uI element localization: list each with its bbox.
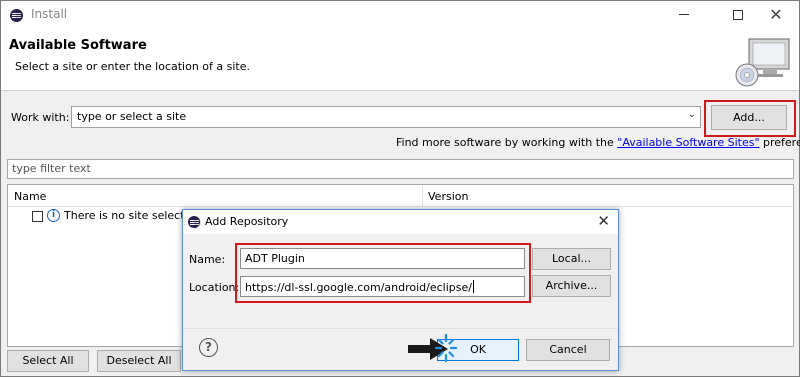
- archive-button[interactable]: Archive...: [532, 275, 611, 297]
- window-title: Install: [31, 7, 68, 21]
- dialog-title-bar: Add Repository ✕: [183, 210, 618, 234]
- minimize-icon: [679, 14, 689, 15]
- find-more-prefix: Find more software by working with the: [396, 136, 618, 149]
- title-bar: Install ✕: [1, 1, 799, 29]
- chevron-down-icon[interactable]: ⌄: [688, 109, 696, 120]
- site-combo[interactable]: type or select a site ⌄: [71, 106, 701, 128]
- filter-input[interactable]: type filter text: [7, 159, 794, 179]
- info-icon: i: [47, 209, 60, 222]
- page-subtitle: Select a site or enter the location of a…: [15, 60, 251, 73]
- install-window: Install ✕ Available Software Select a si…: [0, 0, 800, 377]
- page-title: Available Software: [9, 38, 147, 53]
- location-label: Location:: [189, 281, 240, 294]
- column-divider[interactable]: [422, 185, 423, 207]
- site-combo-placeholder: type or select a site: [77, 110, 187, 123]
- dialog-title: Add Repository: [205, 215, 289, 228]
- add-repository-dialog: Add Repository ✕ Name: ADT Plugin Local.…: [182, 209, 619, 371]
- work-with-label: Work with:: [11, 111, 70, 124]
- close-button[interactable]: ✕: [753, 1, 799, 29]
- find-more-suffix: preferences.: [763, 136, 800, 149]
- cancel-button[interactable]: Cancel: [526, 339, 610, 361]
- install-cd-monitor-icon: [735, 38, 790, 87]
- click-burst-icon: [435, 333, 457, 363]
- close-icon[interactable]: ✕: [597, 212, 610, 230]
- select-all-button[interactable]: Select All: [7, 350, 89, 372]
- column-header-version[interactable]: Version: [428, 190, 468, 203]
- local-button[interactable]: Local...: [532, 248, 611, 270]
- fields-highlight: [235, 243, 531, 303]
- dialog-separator: [183, 328, 618, 329]
- eclipse-icon: [10, 9, 23, 22]
- add-button-highlight: [704, 100, 796, 137]
- name-label: Name:: [189, 253, 226, 266]
- table-header: Name Version: [8, 185, 793, 207]
- row-checkbox[interactable]: [32, 211, 43, 222]
- maximize-icon: [733, 9, 743, 20]
- page-header: Available Software Select a site or ente…: [1, 29, 799, 91]
- column-header-name[interactable]: Name: [14, 190, 46, 203]
- minimize-button[interactable]: [661, 1, 707, 29]
- help-icon[interactable]: ?: [199, 338, 218, 357]
- available-software-sites-link[interactable]: "Available Software Sites": [617, 136, 759, 149]
- deselect-all-button[interactable]: Deselect All: [97, 350, 181, 372]
- find-more-text: Find more software by working with the "…: [396, 136, 800, 149]
- close-icon: ✕: [769, 5, 783, 24]
- eclipse-icon: [188, 216, 201, 229]
